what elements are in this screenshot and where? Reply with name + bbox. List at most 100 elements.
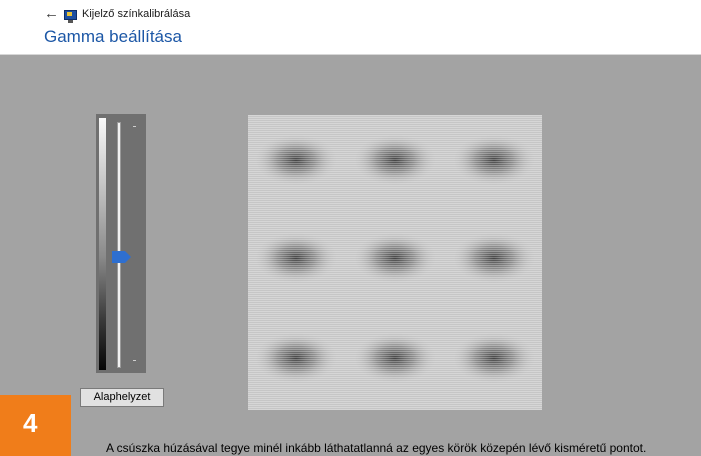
scan-line xyxy=(248,219,542,220)
scan-line xyxy=(248,289,542,290)
scan-line xyxy=(248,223,542,224)
scan-line xyxy=(248,375,542,376)
scan-line xyxy=(248,207,542,208)
scan-line xyxy=(248,315,542,316)
scan-line xyxy=(248,175,542,176)
scan-line xyxy=(248,283,542,284)
scan-line xyxy=(248,323,542,324)
scan-line xyxy=(248,171,542,172)
scan-line xyxy=(248,313,542,314)
scan-line xyxy=(248,115,542,116)
gamma-slider-thumb[interactable] xyxy=(112,251,132,264)
scan-line xyxy=(248,361,542,362)
scan-line xyxy=(248,371,542,372)
reset-button[interactable]: Alaphelyzet xyxy=(80,388,164,407)
slider-tick-top xyxy=(133,126,136,127)
scan-line xyxy=(248,195,542,196)
scan-line xyxy=(248,385,542,386)
scan-line xyxy=(248,381,542,382)
scan-line xyxy=(248,215,542,216)
scan-line xyxy=(248,129,542,130)
scan-line xyxy=(248,245,542,246)
scan-line xyxy=(248,325,542,326)
page-title: Gamma beállítása xyxy=(44,27,182,46)
scan-line xyxy=(248,203,542,204)
scan-line xyxy=(248,159,542,160)
scan-line xyxy=(248,295,542,296)
scan-line xyxy=(248,117,542,118)
scan-line xyxy=(248,167,542,168)
scan-line xyxy=(248,337,542,338)
scan-line xyxy=(248,279,542,280)
scan-line xyxy=(248,393,542,394)
scan-line xyxy=(248,161,542,162)
scan-line xyxy=(248,209,542,210)
scan-line xyxy=(248,343,542,344)
scan-line xyxy=(248,281,542,282)
scan-line xyxy=(248,193,542,194)
scan-line xyxy=(248,309,542,310)
scan-line xyxy=(248,261,542,262)
scan-line xyxy=(248,367,542,368)
scan-line xyxy=(248,119,542,120)
scan-line xyxy=(248,297,542,298)
scan-line xyxy=(248,359,542,360)
scan-line xyxy=(248,321,542,322)
scan-line xyxy=(248,155,542,156)
scan-line xyxy=(248,187,542,188)
scan-line xyxy=(248,227,542,228)
scan-line xyxy=(248,217,542,218)
scan-line xyxy=(248,211,542,212)
scan-line xyxy=(248,347,542,348)
scan-line xyxy=(248,229,542,230)
scan-line xyxy=(248,271,542,272)
scan-line xyxy=(248,311,542,312)
scan-line xyxy=(248,181,542,182)
scan-line xyxy=(248,349,542,350)
scan-line xyxy=(248,293,542,294)
scan-line xyxy=(248,285,542,286)
scan-line xyxy=(248,317,542,318)
scan-line xyxy=(248,249,542,250)
scan-line xyxy=(248,201,542,202)
scan-line xyxy=(248,151,542,152)
scan-line xyxy=(248,345,542,346)
scan-line xyxy=(248,341,542,342)
scan-line xyxy=(248,291,542,292)
scan-line xyxy=(248,387,542,388)
scan-line xyxy=(248,233,542,234)
scan-line xyxy=(248,123,542,124)
scan-line xyxy=(248,351,542,352)
scan-line xyxy=(248,173,542,174)
scan-line xyxy=(248,247,542,248)
scan-line xyxy=(248,191,542,192)
scan-line xyxy=(248,137,542,138)
scan-line xyxy=(248,231,542,232)
gamma-test-pattern xyxy=(248,115,542,410)
scan-line xyxy=(248,339,542,340)
scan-line xyxy=(248,363,542,364)
scan-line xyxy=(248,259,542,260)
scan-line xyxy=(248,237,542,238)
app-title: Kijelző színkalibrálása xyxy=(82,8,191,20)
gamma-slider-track[interactable] xyxy=(117,122,121,368)
scan-line xyxy=(248,145,542,146)
arrow-left-icon[interactable]: ← xyxy=(44,6,59,21)
scan-line xyxy=(248,357,542,358)
scan-line xyxy=(248,267,542,268)
scan-line xyxy=(248,299,542,300)
scan-line xyxy=(248,391,542,392)
scan-line xyxy=(248,251,542,252)
scan-line xyxy=(248,275,542,276)
scan-line xyxy=(248,125,542,126)
gamma-slider-panel xyxy=(96,114,146,373)
scan-line xyxy=(248,327,542,328)
scan-line xyxy=(248,157,542,158)
scan-line xyxy=(248,163,542,164)
step-badge: 4 xyxy=(0,395,71,456)
scan-line xyxy=(248,131,542,132)
scan-line xyxy=(248,269,542,270)
scan-line xyxy=(248,127,542,128)
scan-line xyxy=(248,265,542,266)
scan-line xyxy=(248,153,542,154)
